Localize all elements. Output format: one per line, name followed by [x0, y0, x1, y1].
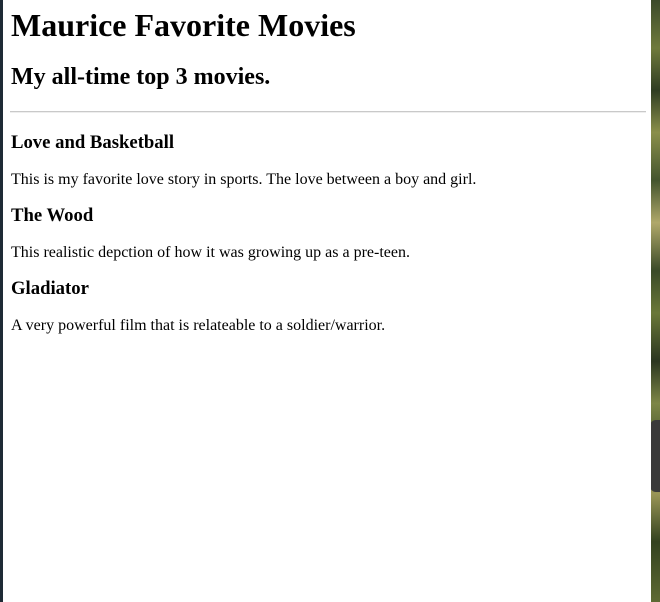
- movie-description: This realistic depction of how it was gr…: [11, 244, 410, 261]
- page-content: Maurice Favorite Movies My all-time top …: [3, 0, 651, 602]
- movie-description: This is my favorite love story in sports…: [11, 171, 477, 188]
- page-subtitle: My all-time top 3 movies.: [11, 64, 271, 90]
- movie-description: A very powerful film that is relateable …: [11, 317, 386, 334]
- desktop-background: [651, 0, 660, 602]
- page-title: Maurice Favorite Movies: [11, 7, 356, 43]
- movie-item-2: The Wood This realistic depction of how …: [11, 205, 651, 262]
- movie-title: Gladiator: [11, 278, 89, 299]
- movie-title: Love and Basketball: [11, 132, 175, 153]
- movie-item-3: Gladiator A very powerful film that is r…: [11, 278, 651, 335]
- desktop-side-handle: [650, 420, 660, 492]
- movie-title: The Wood: [11, 205, 94, 226]
- movie-item-1: Love and Basketball This is my favorite …: [11, 132, 651, 189]
- divider: [10, 111, 646, 113]
